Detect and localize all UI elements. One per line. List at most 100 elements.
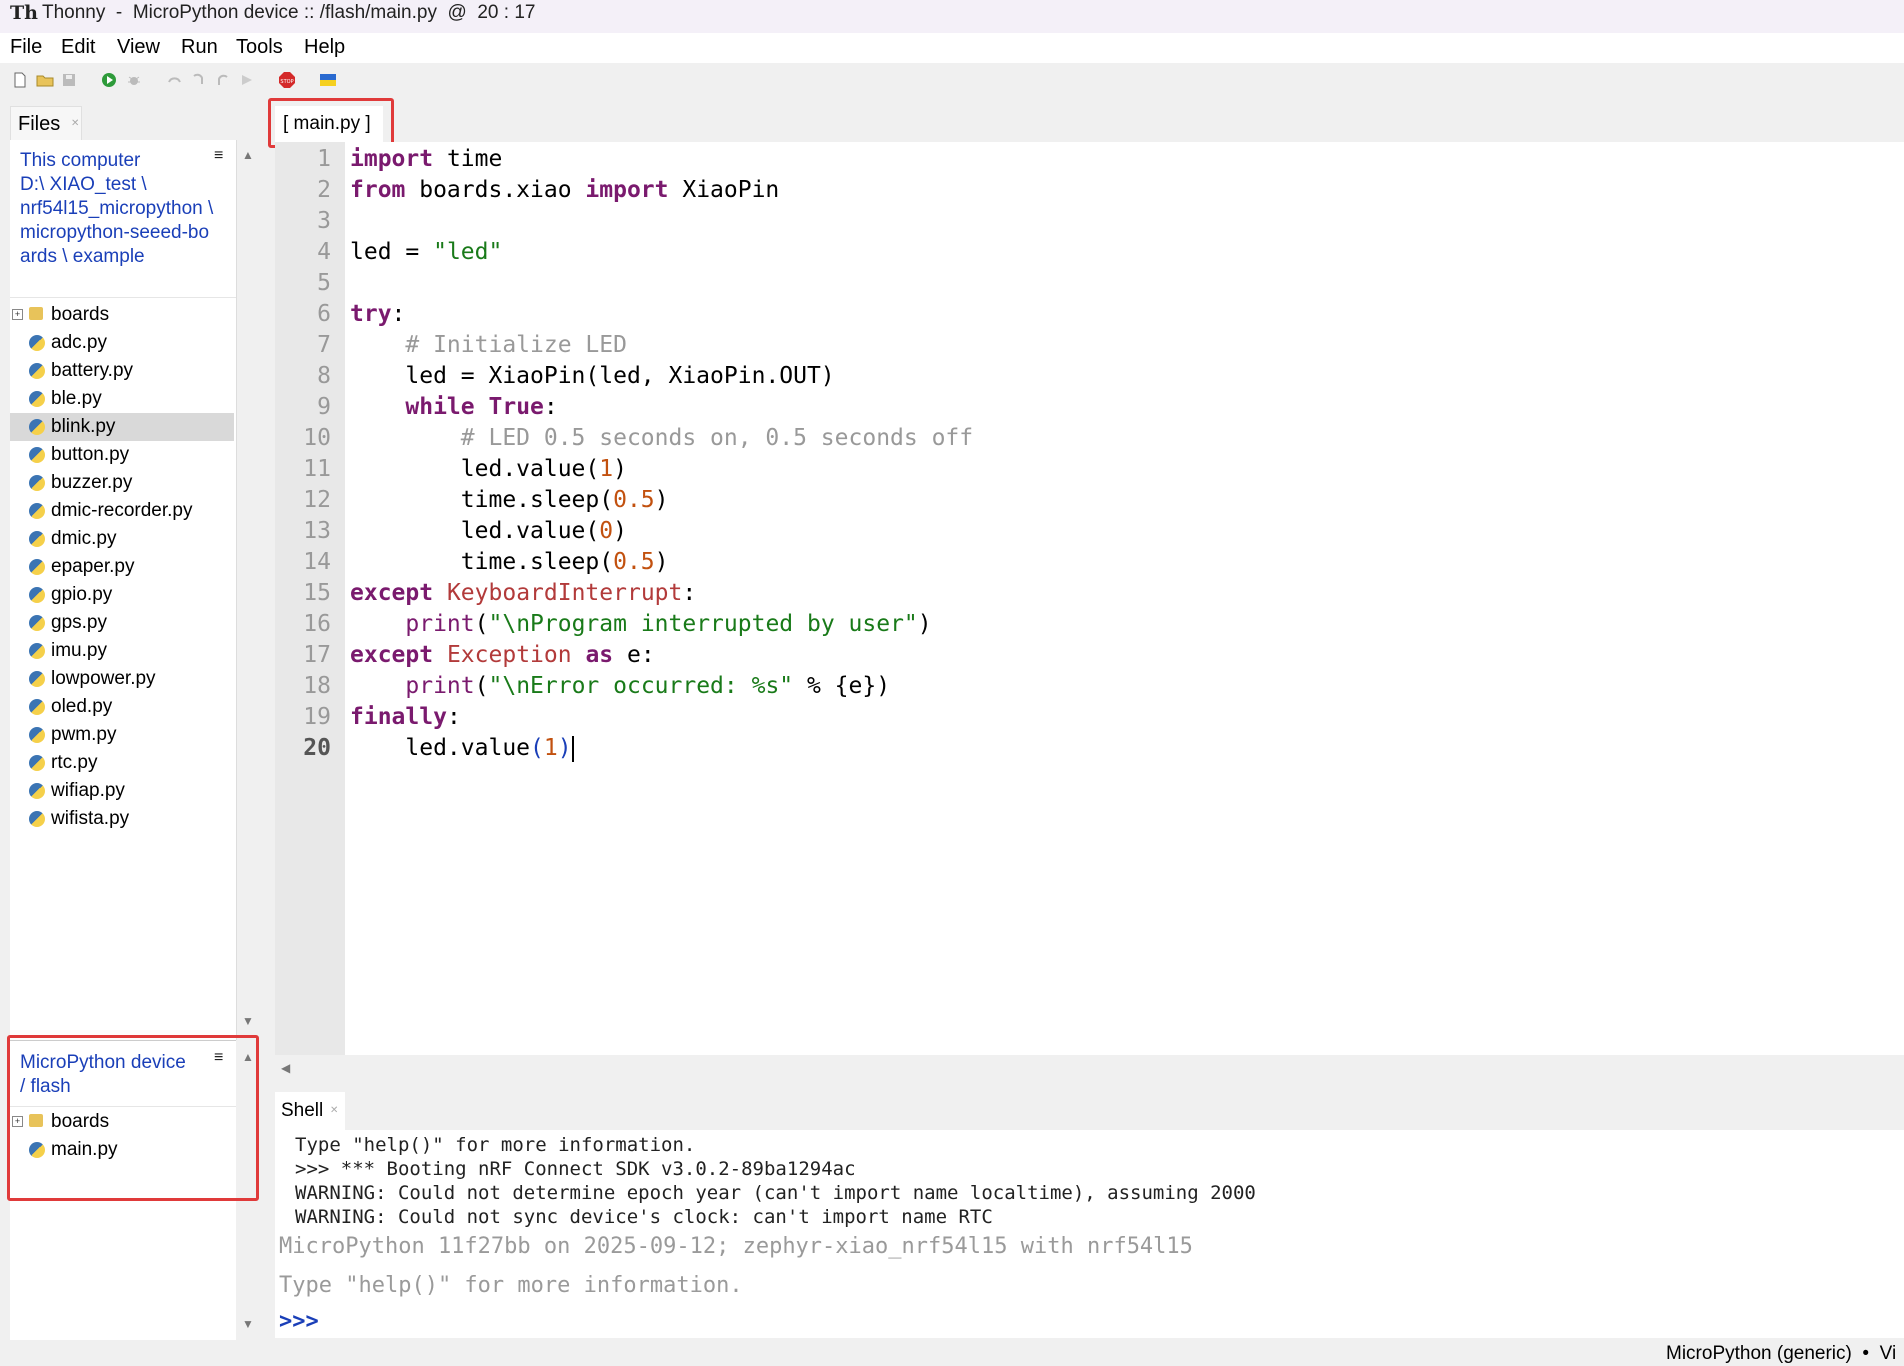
menu-tools[interactable]: Tools <box>236 36 283 59</box>
file-item[interactable]: gps.py <box>10 609 234 637</box>
svg-text:STOP: STOP <box>280 79 293 85</box>
path-this-computer[interactable]: This computer <box>20 149 140 173</box>
file-name: buzzer.py <box>51 472 133 493</box>
file-item-selected[interactable]: blink.py <box>10 413 234 441</box>
line-number: 2 <box>317 177 331 203</box>
file-name: boards <box>51 304 110 325</box>
file-item[interactable]: buzzer.py <box>10 469 234 497</box>
highlight-box-tab <box>268 98 394 148</box>
line-number-gutter: 1 2 3 4 5 6 7 8 9 10 11 12 13 14 15 16 1… <box>275 142 345 1055</box>
step-over-icon[interactable] <box>166 71 184 89</box>
file-name: button.py <box>51 444 130 465</box>
file-item[interactable]: button.py <box>10 441 234 469</box>
files-scrollbar[interactable]: ▲ ▼ <box>238 140 260 1040</box>
open-folder-icon[interactable] <box>36 71 54 89</box>
python-file-icon <box>29 559 45 575</box>
code-line: # Initialize LED <box>405 332 627 358</box>
ukraine-flag-icon[interactable] <box>319 71 337 89</box>
python-file-icon <box>29 335 45 351</box>
step-into-icon[interactable] <box>190 71 208 89</box>
python-file-icon <box>29 671 45 687</box>
menu-view[interactable]: View <box>117 36 160 59</box>
file-item[interactable]: dmic.py <box>10 525 234 553</box>
python-file-icon <box>29 783 45 799</box>
line-number: 3 <box>317 208 331 234</box>
menu-edit[interactable]: Edit <box>61 36 95 59</box>
file-item[interactable]: gpio.py <box>10 581 234 609</box>
python-file-icon <box>29 391 45 407</box>
file-item[interactable]: rtc.py <box>10 749 234 777</box>
new-file-icon[interactable] <box>11 71 29 89</box>
file-item[interactable]: battery.py <box>10 357 234 385</box>
python-file-icon <box>29 699 45 715</box>
line-number: 4 <box>317 239 331 265</box>
scroll-up-icon[interactable]: ▲ <box>242 148 254 162</box>
python-file-icon <box>29 643 45 659</box>
file-item[interactable]: epaper.py <box>10 553 234 581</box>
shell-output-line: >>> *** Booting nRF Connect SDK v3.0.2-8… <box>295 1158 856 1180</box>
file-item[interactable]: lowpower.py <box>10 665 234 693</box>
close-icon[interactable]: ✕ <box>330 1105 338 1116</box>
python-file-icon <box>29 475 45 491</box>
code-line: # LED 0.5 seconds on, 0.5 seconds off <box>460 425 974 451</box>
line-number: 11 <box>303 456 331 482</box>
menu-file[interactable]: File <box>10 36 42 59</box>
menu-icon[interactable]: ≡ <box>214 147 223 165</box>
editor-horizontal-scrollbar[interactable]: ◀ <box>275 1055 1904 1083</box>
file-item[interactable]: ble.py <box>10 385 234 413</box>
path-segment[interactable]: micropython-seeed-bo <box>20 221 209 245</box>
code-line: while True: <box>405 394 558 420</box>
file-name: imu.py <box>51 640 107 661</box>
file-item[interactable]: imu.py <box>10 637 234 665</box>
code-line: print("\nError occurred: %s" % {e}) <box>405 673 891 699</box>
file-item[interactable]: wifista.py <box>10 805 234 833</box>
shell-prompt[interactable]: >>> <box>279 1309 319 1334</box>
file-item[interactable]: oled.py <box>10 693 234 721</box>
debug-icon[interactable] <box>125 71 143 89</box>
file-item[interactable]: dmic-recorder.py <box>10 497 234 525</box>
tab-files[interactable]: Files ✕ <box>10 106 82 141</box>
file-name: rtc.py <box>51 752 98 773</box>
python-file-icon <box>29 727 45 743</box>
code-line: led.value(1) <box>350 456 627 482</box>
code-line: finally: <box>350 704 461 730</box>
resume-icon[interactable] <box>238 71 256 89</box>
thonny-logo-icon: Th <box>10 2 38 24</box>
interpreter-selector[interactable]: MicroPython (generic) • Vi <box>1666 1343 1896 1365</box>
python-file-icon <box>29 811 45 827</box>
menu-bar: File Edit View Run Tools Help <box>0 33 1904 63</box>
stop-icon[interactable]: STOP <box>278 71 296 89</box>
path-segment[interactable]: ards \ example <box>20 245 145 269</box>
close-icon[interactable]: ✕ <box>71 118 79 129</box>
file-name: lowpower.py <box>51 668 156 689</box>
toolbar: STOP <box>0 63 1904 102</box>
file-item[interactable]: wifiap.py <box>10 777 234 805</box>
menu-run[interactable]: Run <box>181 36 218 59</box>
python-file-icon <box>29 419 45 435</box>
file-item[interactable]: adc.py <box>10 329 234 357</box>
status-bar: MicroPython (generic) • Vi <box>0 1340 1904 1366</box>
file-item[interactable]: pwm.py <box>10 721 234 749</box>
save-icon[interactable] <box>60 71 78 89</box>
scroll-left-icon[interactable]: ◀ <box>281 1061 290 1075</box>
shell-output-line: WARNING: Could not determine epoch year … <box>295 1182 1256 1204</box>
line-number: 17 <box>303 642 331 668</box>
step-out-icon[interactable] <box>214 71 232 89</box>
editor-tab-bar <box>275 102 1904 142</box>
file-name: wifista.py <box>51 808 130 829</box>
code-editor[interactable]: import time from boards.xiao import Xiao… <box>345 142 1904 1055</box>
tab-shell[interactable]: Shell ✕ <box>275 1092 345 1130</box>
title-bar: Th Thonny - MicroPython device :: /flash… <box>0 0 1904 33</box>
window-title: Thonny - MicroPython device :: /flash/ma… <box>42 2 536 23</box>
tab-files-label: Files <box>18 113 61 135</box>
run-icon[interactable] <box>100 71 118 89</box>
divider <box>10 297 236 298</box>
expand-icon[interactable]: + <box>12 309 23 320</box>
scroll-down-icon[interactable]: ▼ <box>242 1317 254 1331</box>
shell-console[interactable]: Type "help()" for more information. >>> … <box>275 1130 1904 1338</box>
path-segment[interactable]: nrf54l15_micropython \ <box>20 197 213 221</box>
menu-help[interactable]: Help <box>304 36 345 59</box>
scroll-down-icon[interactable]: ▼ <box>242 1014 254 1028</box>
path-segment[interactable]: D:\ XIAO_test \ <box>20 173 147 197</box>
folder-item[interactable]: + boards <box>10 301 234 329</box>
